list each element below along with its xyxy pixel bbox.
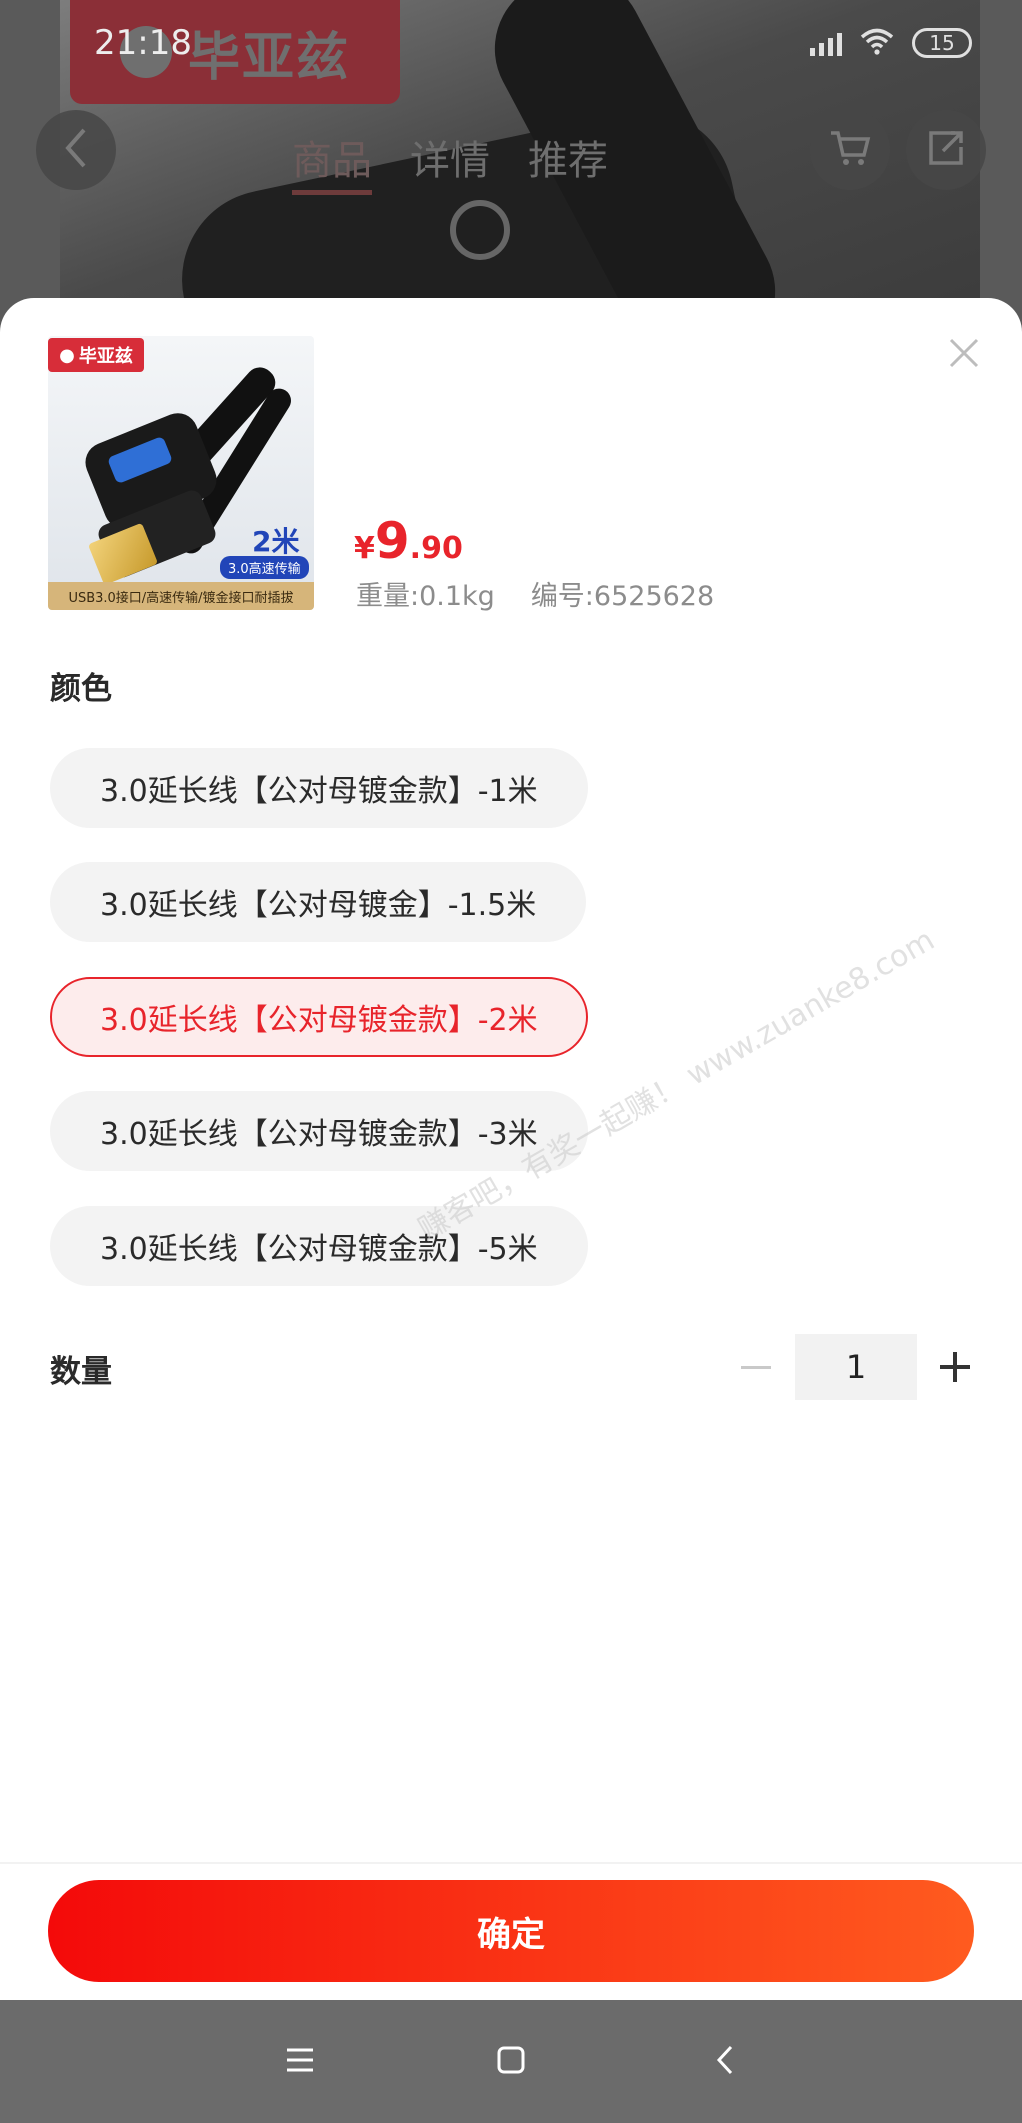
biaze-logo-mark <box>450 200 510 260</box>
chevron-left-icon <box>62 126 90 174</box>
system-navigation-bar <box>0 2000 1022 2123</box>
home-icon <box>496 2045 526 2079</box>
signal-icon <box>810 30 842 56</box>
close-icon <box>948 337 980 373</box>
system-menu-button[interactable] <box>270 2036 330 2088</box>
quantity-increment-button[interactable] <box>938 1336 974 1398</box>
thumbnail-speed-badge: 3.0高速传输 <box>220 556 309 579</box>
product-meta: 重量:0.1kg 编号:6525628 <box>356 574 714 613</box>
confirm-button[interactable]: 确定 <box>48 1880 974 1982</box>
wifi-icon <box>860 27 894 59</box>
thumbnail-caption: USB3.0接口/高速传输/镀金接口耐插拔 <box>48 582 314 610</box>
menu-icon <box>285 2047 315 2077</box>
back-button[interactable] <box>36 110 116 190</box>
status-time: 21:18 <box>94 23 192 63</box>
minus-icon <box>741 1365 771 1369</box>
color-option-1m[interactable]: 3.0延长线【公对母镀金款】-1米 <box>50 748 588 828</box>
product-thumbnail: ● 毕亚兹 2米 3.0高速传输 USB3.0接口/高速传输/镀金接口耐插拔 <box>48 336 314 610</box>
quantity-decrement-button[interactable] <box>736 1334 776 1400</box>
color-option-1-5m[interactable]: 3.0延长线【公对母镀金】-1.5米 <box>50 862 587 942</box>
color-option-2m[interactable]: 3.0延长线【公对母镀金款】-2米 <box>50 977 588 1057</box>
color-option-5m[interactable]: 3.0延长线【公对母镀金款】-5米 <box>50 1206 588 1286</box>
price-decimal: .90 <box>409 531 463 566</box>
color-section-label: 颜色 <box>50 671 112 707</box>
battery-icon: 15 <box>912 28 972 58</box>
price-integer: 9 <box>374 512 410 570</box>
status-bar: 21:18 15 <box>0 0 1022 86</box>
tab-details[interactable]: 详情 <box>410 128 490 186</box>
system-back-button[interactable] <box>695 2036 755 2088</box>
price: ¥ 9 .90 <box>354 512 463 570</box>
thumbnail-length-label: 2米 <box>252 525 300 558</box>
chevron-left-icon <box>715 2044 735 2080</box>
share-button[interactable] <box>906 110 986 190</box>
cart-button[interactable] <box>810 110 890 190</box>
quantity-input[interactable]: 1 <box>795 1334 917 1400</box>
tab-recommend[interactable]: 推荐 <box>528 128 608 186</box>
quantity-label: 数量 <box>50 1354 112 1390</box>
share-icon <box>925 127 967 173</box>
product-weight: 重量:0.1kg <box>356 581 495 612</box>
tab-product[interactable]: 商品 <box>292 128 372 195</box>
rabbit-logo-icon: ● <box>59 344 75 366</box>
product-sku-number: 编号:6525628 <box>530 581 715 612</box>
thumbnail-brand-tag: ● 毕亚兹 <box>48 338 144 372</box>
background-nav-bar: 商品 详情 推荐 <box>0 110 1022 196</box>
close-button[interactable] <box>942 333 986 377</box>
cart-icon <box>828 128 872 172</box>
system-home-button[interactable] <box>481 2036 541 2088</box>
color-option-3m[interactable]: 3.0延长线【公对母镀金款】-3米 <box>50 1091 588 1171</box>
price-currency: ¥ <box>354 531 375 566</box>
